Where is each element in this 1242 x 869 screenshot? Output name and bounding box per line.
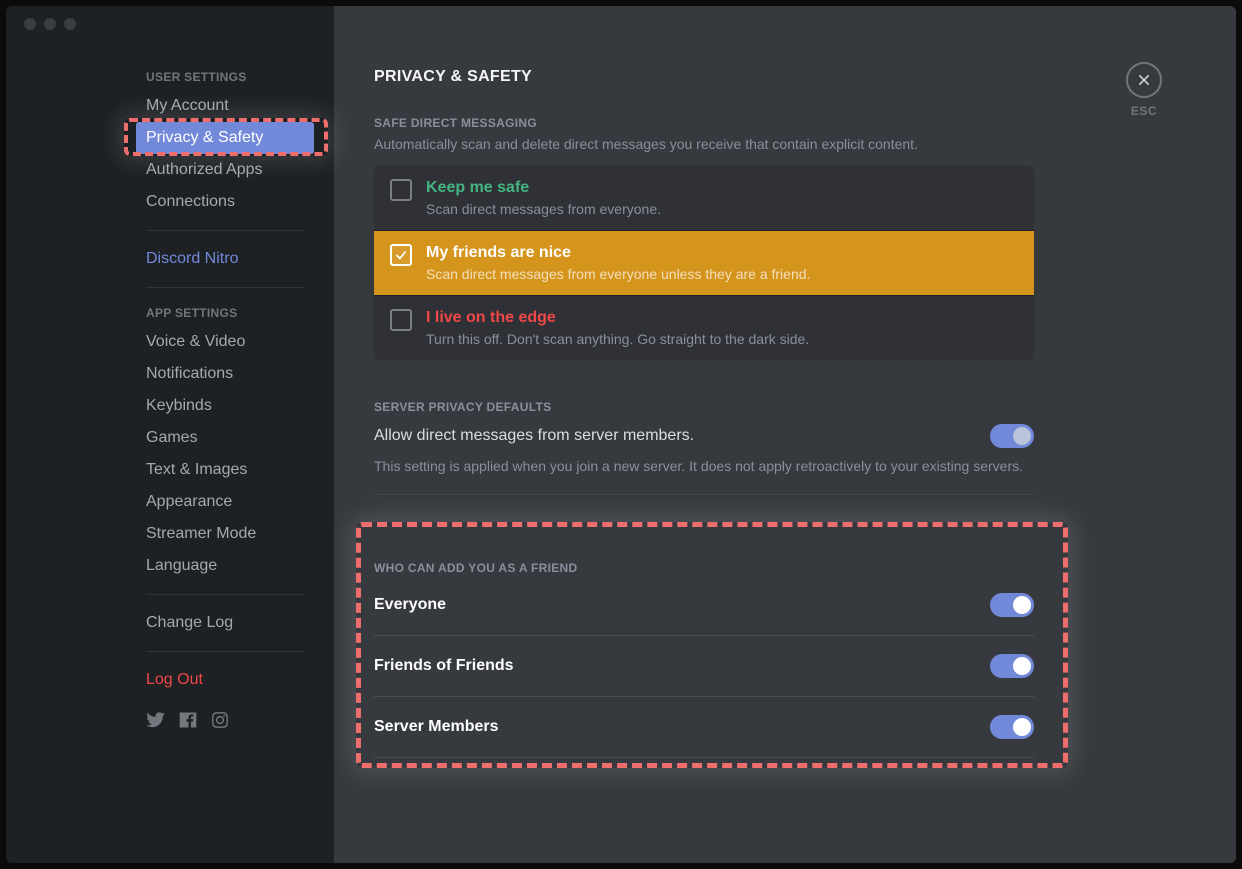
server-privacy-note: This setting is applied when you join a … (374, 458, 1034, 474)
close-settings-button[interactable]: ESC (1126, 62, 1162, 118)
settings-window: USER SETTINGS My Account Privacy & Safet… (6, 6, 1236, 863)
toggle-label: Allow direct messages from server member… (374, 427, 694, 445)
window-traffic-lights (24, 18, 76, 30)
friend-add-row-everyone: Everyone (374, 575, 1034, 636)
sidebar-item-notifications[interactable]: Notifications (136, 358, 314, 390)
sidebar-divider (146, 594, 304, 595)
sidebar-divider (146, 287, 304, 288)
sidebar-header-app-settings: APP SETTINGS (136, 300, 314, 326)
section-divider (374, 494, 1034, 495)
sidebar-divider (146, 230, 304, 231)
sidebar-item-keybinds[interactable]: Keybinds (136, 390, 314, 422)
friend-row-label: Friends of Friends (374, 657, 514, 675)
option-title: My friends are nice (426, 244, 810, 262)
sidebar-social-links (136, 696, 314, 749)
sidebar-item-connections[interactable]: Connections (136, 186, 314, 218)
section-subtitle-safe-dm: Automatically scan and delete direct mes… (374, 136, 1034, 152)
option-desc: Scan direct messages from everyone unles… (426, 266, 810, 282)
checkbox-icon (390, 244, 412, 266)
sidebar-item-streamer-mode[interactable]: Streamer Mode (136, 518, 314, 550)
friend-row-label: Everyone (374, 596, 446, 614)
facebook-icon[interactable] (178, 710, 198, 735)
option-title: I live on the edge (426, 309, 809, 327)
option-desc: Turn this off. Don't scan anything. Go s… (426, 331, 809, 347)
safe-dm-option-live-on-edge[interactable]: I live on the edge Turn this off. Don't … (374, 296, 1034, 360)
section-header-server-privacy: SERVER PRIVACY DEFAULTS (374, 400, 1034, 414)
sidebar-item-log-out[interactable]: Log Out (136, 664, 314, 696)
sidebar-item-language[interactable]: Language (136, 550, 314, 582)
checkbox-icon (390, 179, 412, 201)
page-title: PRIVACY & SAFETY (374, 68, 1034, 86)
safe-dm-option-keep-me-safe[interactable]: Keep me safe Scan direct messages from e… (374, 166, 1034, 231)
sidebar-item-text-images[interactable]: Text & Images (136, 454, 314, 486)
sidebar-divider (146, 651, 304, 652)
sidebar-item-my-account[interactable]: My Account (136, 90, 314, 122)
option-desc: Scan direct messages from everyone. (426, 201, 661, 217)
instagram-icon[interactable] (210, 710, 230, 735)
safe-dm-options: Keep me safe Scan direct messages from e… (374, 166, 1034, 360)
toggle-switch-server-members[interactable] (990, 715, 1034, 739)
checkbox-icon (390, 309, 412, 331)
section-header-friend-add: WHO CAN ADD YOU AS A FRIEND (374, 561, 1034, 575)
section-header-safe-dm: SAFE DIRECT MESSAGING (374, 116, 1034, 130)
settings-content: PRIVACY & SAFETY SAFE DIRECT MESSAGING A… (334, 6, 1236, 863)
settings-sidebar: USER SETTINGS My Account Privacy & Safet… (6, 6, 334, 863)
toggle-switch-friends-of-friends[interactable] (990, 654, 1034, 678)
toggle-switch-allow-dm[interactable] (990, 424, 1034, 448)
sidebar-item-appearance[interactable]: Appearance (136, 486, 314, 518)
traffic-minimize-icon[interactable] (44, 18, 56, 30)
sidebar-item-privacy-safety[interactable]: Privacy & Safety (136, 122, 314, 154)
twitter-icon[interactable] (146, 710, 166, 735)
sidebar-item-discord-nitro[interactable]: Discord Nitro (136, 243, 314, 275)
sidebar-item-authorized-apps[interactable]: Authorized Apps (136, 154, 314, 186)
traffic-close-icon[interactable] (24, 18, 36, 30)
friend-add-section: WHO CAN ADD YOU AS A FRIEND Everyone Fri… (374, 561, 1034, 758)
friend-add-row-friends-of-friends: Friends of Friends (374, 636, 1034, 697)
sidebar-item-voice-video[interactable]: Voice & Video (136, 326, 314, 358)
sidebar-header-user-settings: USER SETTINGS (136, 64, 314, 90)
option-title: Keep me safe (426, 179, 661, 197)
toggle-allow-dm-server-members: Allow direct messages from server member… (374, 424, 1034, 448)
safe-dm-option-friends-nice[interactable]: My friends are nice Scan direct messages… (374, 231, 1034, 296)
friend-row-label: Server Members (374, 718, 499, 736)
traffic-zoom-icon[interactable] (64, 18, 76, 30)
close-icon (1126, 62, 1162, 98)
sidebar-item-games[interactable]: Games (136, 422, 314, 454)
esc-label: ESC (1126, 104, 1162, 118)
sidebar-item-change-log[interactable]: Change Log (136, 607, 314, 639)
friend-add-row-server-members: Server Members (374, 697, 1034, 758)
toggle-switch-everyone[interactable] (990, 593, 1034, 617)
